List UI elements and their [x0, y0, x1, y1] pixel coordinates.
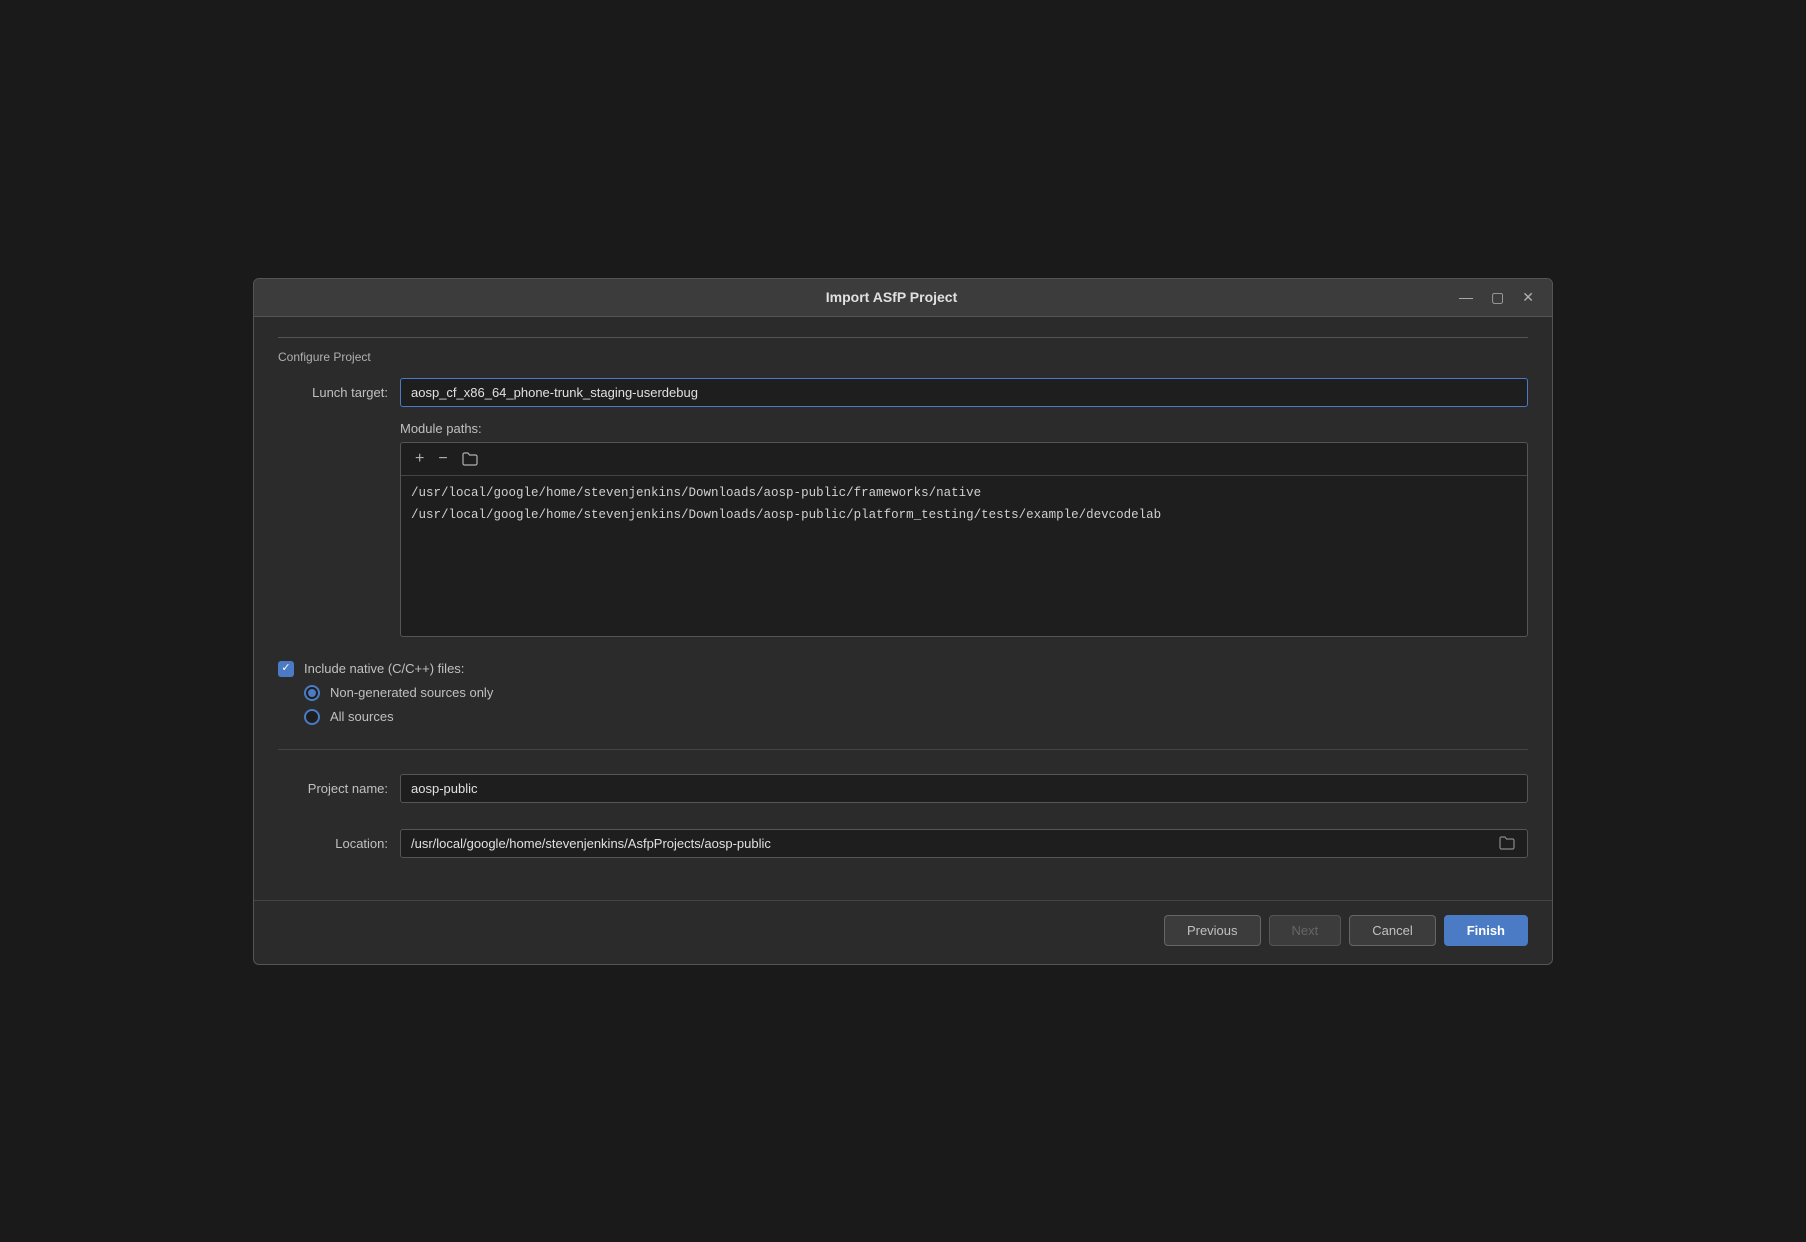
- next-button: Next: [1269, 915, 1342, 946]
- include-native-label: Include native (C/C++) files:: [304, 661, 464, 676]
- divider: [278, 749, 1528, 750]
- dialog-body: Configure Project Lunch target: Module p…: [254, 317, 1552, 892]
- lunch-target-label: Lunch target:: [278, 385, 388, 400]
- location-browse-button[interactable]: [1495, 832, 1519, 854]
- location-label: Location:: [278, 836, 388, 851]
- cancel-button[interactable]: Cancel: [1349, 915, 1435, 946]
- include-native-row: ✓ Include native (C/C++) files:: [278, 661, 1528, 677]
- module-paths-label: Module paths:: [400, 421, 1528, 436]
- radio-options: Non-generated sources only All sources: [304, 685, 1528, 725]
- title-bar: Import ASfP Project — ▢ ✕: [254, 279, 1552, 317]
- location-row: Location:: [278, 829, 1528, 858]
- remove-path-button[interactable]: −: [434, 449, 451, 469]
- radio-non-generated-label: Non-generated sources only: [330, 685, 493, 700]
- project-fields: Project name: Location:: [278, 774, 1528, 872]
- minimize-button[interactable]: —: [1455, 288, 1477, 306]
- lunch-target-input[interactable]: [400, 378, 1528, 407]
- module-paths-toolbar: + −: [401, 443, 1527, 476]
- maximize-button[interactable]: ▢: [1487, 288, 1508, 306]
- module-paths-list: /usr/local/google/home/stevenjenkins/Dow…: [401, 476, 1527, 636]
- finish-button[interactable]: Finish: [1444, 915, 1528, 946]
- include-native-checkbox[interactable]: ✓: [278, 661, 294, 677]
- location-input-wrapper: [400, 829, 1528, 858]
- import-dialog: Import ASfP Project — ▢ ✕ Configure Proj…: [253, 278, 1553, 965]
- module-paths-box: + − /usr/local/google/home/stevenjenkins…: [400, 442, 1528, 637]
- radio-non-generated-button[interactable]: [304, 685, 320, 701]
- location-input[interactable]: [401, 830, 1495, 857]
- list-item: /usr/local/google/home/stevenjenkins/Dow…: [411, 484, 1517, 502]
- module-paths-section: Module paths: + − /usr/local/google/home…: [278, 421, 1528, 637]
- add-path-button[interactable]: +: [411, 449, 428, 469]
- project-name-row: Project name:: [278, 774, 1528, 803]
- native-files-section: ✓ Include native (C/C++) files: Non-gene…: [278, 653, 1528, 725]
- lunch-target-row: Lunch target:: [278, 378, 1528, 407]
- section-label: Configure Project: [278, 350, 377, 364]
- project-name-label: Project name:: [278, 781, 388, 796]
- dialog-title: Import ASfP Project: [328, 289, 1455, 305]
- window-controls: — ▢ ✕: [1455, 288, 1538, 306]
- project-name-input[interactable]: [400, 774, 1528, 803]
- close-button[interactable]: ✕: [1518, 288, 1538, 306]
- previous-button[interactable]: Previous: [1164, 915, 1261, 946]
- configure-project-section: Configure Project Lunch target: Module p…: [278, 337, 1528, 637]
- dialog-footer: Previous Next Cancel Finish: [254, 900, 1552, 964]
- radio-all-sources-label: All sources: [330, 709, 394, 724]
- radio-all-sources-button[interactable]: [304, 709, 320, 725]
- radio-all-sources[interactable]: All sources: [304, 709, 1528, 725]
- radio-non-generated[interactable]: Non-generated sources only: [304, 685, 1528, 701]
- list-item: /usr/local/google/home/stevenjenkins/Dow…: [411, 506, 1517, 524]
- browse-path-button[interactable]: [458, 450, 482, 468]
